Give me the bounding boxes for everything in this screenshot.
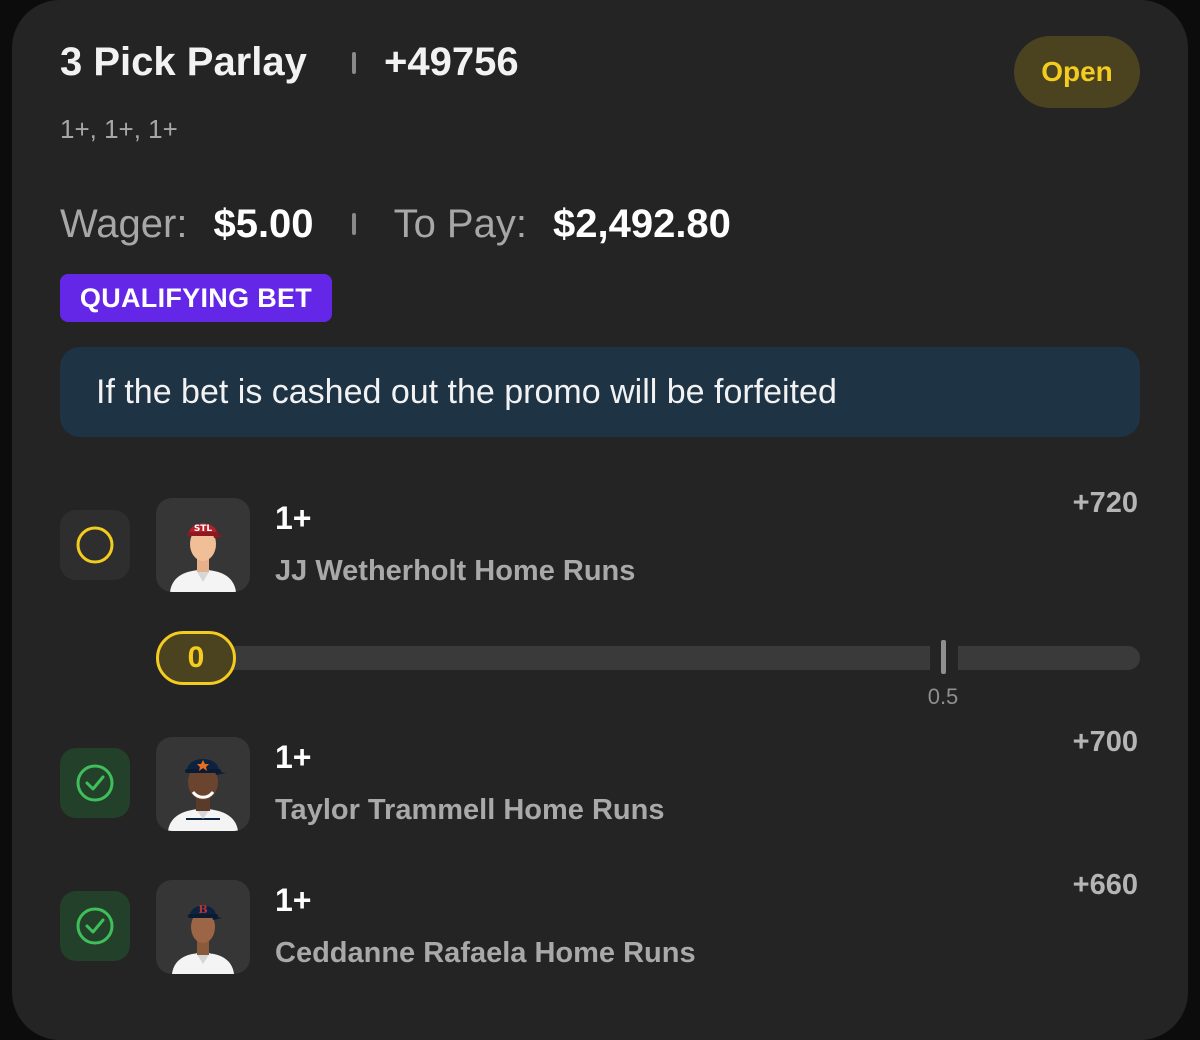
player-avatar bbox=[156, 737, 250, 831]
pick-line: 1+ bbox=[275, 739, 312, 775]
promo-notice: If the bet is cashed out the promo will … bbox=[60, 347, 1140, 437]
qualifying-bet-badge: QUALIFYING BET bbox=[60, 274, 332, 322]
to-pay-value: $2,492.80 bbox=[552, 201, 731, 246]
pick-market: Taylor Trammell Home Runs bbox=[275, 794, 665, 826]
title-divider bbox=[352, 52, 356, 74]
player-avatar: B bbox=[156, 880, 250, 974]
status-badge: Open bbox=[1014, 36, 1140, 108]
pick-line: 1+ bbox=[275, 882, 312, 918]
pick-status-won bbox=[60, 748, 130, 818]
to-pay-label: To Pay: bbox=[393, 201, 527, 246]
pick-market: Ceddanne Rafaela Home Runs bbox=[275, 937, 696, 969]
promo-notice-text: If the bet is cashed out the promo will … bbox=[96, 372, 837, 411]
bet-title: 3 Pick Parlay bbox=[60, 40, 307, 84]
wager-row: Wager: $5.00 To Pay: $2,492.80 bbox=[60, 196, 731, 252]
circle-outline-icon bbox=[76, 526, 114, 564]
pick-market: JJ Wetherholt Home Runs bbox=[275, 555, 636, 587]
player-avatar: STL bbox=[156, 498, 250, 592]
pick-odds: +700 bbox=[1072, 726, 1138, 758]
total-odds: +49756 bbox=[384, 40, 519, 84]
svg-text:B: B bbox=[198, 903, 207, 916]
wager-divider bbox=[351, 213, 356, 235]
threshold-tick bbox=[941, 640, 946, 674]
pick-line: 1+ bbox=[275, 500, 312, 536]
pick-status-pending bbox=[60, 510, 130, 580]
pick-status-won bbox=[60, 891, 130, 961]
player-headshot-icon bbox=[168, 759, 238, 831]
player-headshot-icon: STL bbox=[170, 523, 236, 592]
lines-summary: 1+, 1+, 1+ bbox=[60, 114, 178, 144]
player-headshot-icon: B bbox=[172, 903, 234, 974]
progress-current-value: 0 bbox=[156, 631, 236, 685]
progress-track bbox=[200, 646, 1140, 670]
svg-text:STL: STL bbox=[194, 524, 213, 534]
threshold-label: 0.5 bbox=[927, 684, 959, 709]
pick-odds: +720 bbox=[1072, 487, 1138, 519]
wager-label: Wager: bbox=[60, 201, 188, 246]
wager-value: $5.00 bbox=[213, 201, 314, 246]
pick-odds: +660 bbox=[1072, 869, 1138, 901]
check-circle-icon bbox=[76, 764, 114, 802]
check-circle-icon bbox=[76, 907, 114, 945]
